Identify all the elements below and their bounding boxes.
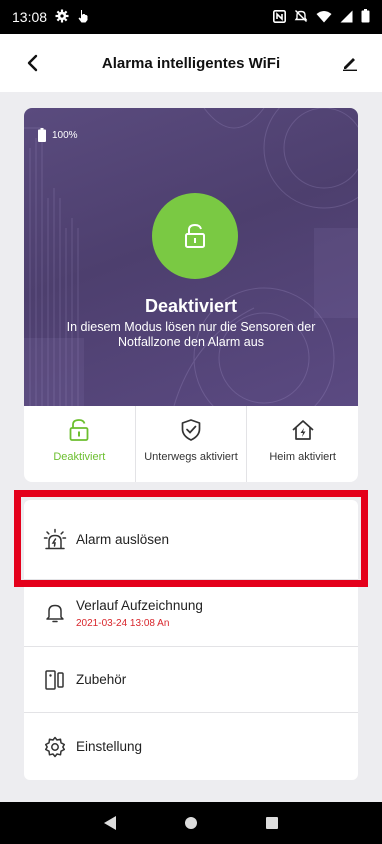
disarm-status-button[interactable]: [152, 193, 238, 279]
trigger-alarm-item[interactable]: Alarm auslösen: [24, 500, 358, 580]
history-log-item[interactable]: Verlauf Aufzeichnung 2021-03-24 13:08 An: [24, 580, 358, 647]
home-circle-icon: [184, 817, 197, 829]
shield-check-icon: [181, 419, 201, 441]
pencil-icon: [343, 58, 357, 71]
siren-icon: [42, 527, 68, 553]
system-nav-bar: [0, 802, 382, 844]
mode-label: Heim aktiviert: [269, 451, 336, 463]
recents-square-icon: [265, 817, 278, 829]
mode-label: Deaktiviert: [53, 451, 106, 463]
battery-indicator: 100%: [38, 128, 78, 142]
edit-button[interactable]: [336, 48, 364, 78]
alarm-state-title: Deaktiviert: [144, 296, 238, 316]
alarm-state-description: In diesem Modus lösen nur die Sensoren d…: [66, 320, 316, 349]
wifi-icon: [316, 10, 332, 25]
row-label: Alarm auslösen: [76, 532, 170, 547]
mute-icon: [294, 9, 308, 25]
unlock-icon: [69, 419, 89, 441]
mode-away-armed[interactable]: Unterwegs aktiviert: [136, 406, 248, 482]
row-label: Einstellung: [76, 739, 143, 754]
back-triangle-icon: [104, 816, 117, 830]
battery-icon: [361, 9, 370, 25]
nfc-icon: [273, 9, 286, 25]
battery-icon: [38, 128, 46, 142]
action-list: Alarm auslösen Verlauf Aufzeichnung 2021…: [24, 500, 358, 780]
signal-icon: [340, 10, 353, 25]
row-label: Verlauf Aufzeichnung: [76, 597, 203, 613]
gear-icon: [55, 9, 69, 25]
mode-home-armed[interactable]: Heim aktiviert: [247, 406, 358, 482]
door-sensor-icon: [42, 667, 68, 693]
hand-touch-icon: [77, 9, 89, 25]
history-timestamp: 2021-03-24 13:08 An: [76, 617, 170, 629]
unlock-icon: [185, 223, 205, 248]
mode-label: Unterwegs aktiviert: [144, 451, 238, 463]
status-bar: 13:08: [0, 0, 382, 34]
nav-home-button[interactable]: [176, 808, 206, 838]
mode-selector: Deaktiviert Unterwegs aktiviert Heim akt…: [24, 406, 358, 482]
row-label: Zubehör: [76, 672, 127, 687]
nav-recents-button[interactable]: [257, 808, 287, 838]
accessories-item[interactable]: Zubehör: [24, 647, 358, 713]
mode-disarmed[interactable]: Deaktiviert: [24, 406, 136, 482]
back-button[interactable]: [18, 48, 46, 78]
home-bolt-icon: [292, 420, 314, 440]
page-title: Alarma intelligentes WiFi: [101, 54, 281, 72]
nav-back-button[interactable]: [95, 808, 125, 838]
app-bar: Alarma intelligentes WiFi: [0, 34, 382, 92]
chevron-left-icon: [27, 54, 38, 72]
gear-icon: [42, 734, 68, 760]
status-time: 13:08: [12, 9, 48, 25]
battery-percent: 100%: [52, 129, 78, 141]
bell-icon: [42, 600, 68, 626]
alarm-status-card: 100% Deaktiviert In diesem Modus lösen n…: [24, 108, 358, 406]
settings-item[interactable]: Einstellung: [24, 713, 358, 780]
